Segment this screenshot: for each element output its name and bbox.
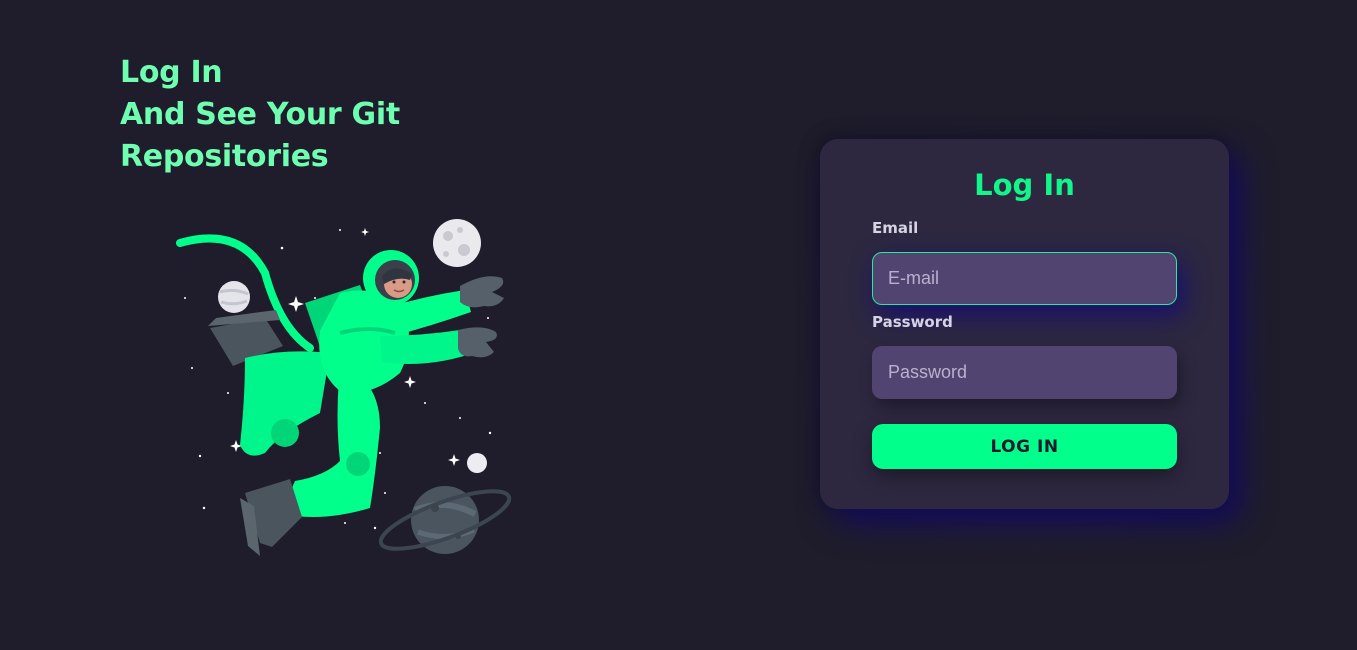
password-label: Password (872, 313, 953, 331)
small-moon-icon (467, 453, 487, 473)
password-field[interactable] (872, 346, 1177, 399)
ringed-planet-icon (378, 486, 512, 554)
moon-icon (433, 219, 481, 267)
email-label: Email (872, 219, 919, 237)
login-button[interactable]: LOG IN (872, 424, 1177, 469)
login-card: Log In Email Password LOG IN (820, 139, 1229, 509)
hero-line-2: And See Your Git (120, 97, 400, 132)
astronaut-illustration (176, 219, 512, 556)
hero-line-1: Log In (120, 55, 223, 90)
small-planet-icon (218, 281, 250, 313)
hero-headline: Log In And See Your Git Repositories (120, 52, 400, 178)
hero-line-3: Repositories (120, 139, 329, 174)
login-card-title: Log In (974, 168, 1075, 202)
email-field[interactable] (872, 252, 1177, 305)
login-page: Log In And See Your Git Repositories Log… (0, 0, 1357, 650)
